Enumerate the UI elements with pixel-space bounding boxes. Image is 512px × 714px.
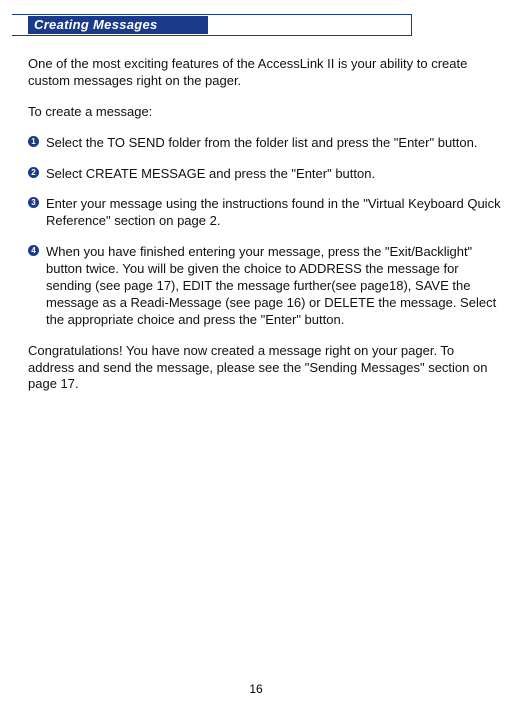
step-number-icon: 3: [28, 197, 44, 211]
lead-in: To create a message:: [28, 104, 504, 121]
step-text: Enter your message using the instruction…: [46, 196, 504, 230]
step-number-icon: 2: [28, 167, 44, 181]
step-text: Select the TO SEND folder from the folde…: [46, 135, 504, 152]
step-4: 4 When you have finished entering your m…: [28, 244, 504, 328]
step-3: 3 Enter your message using the instructi…: [28, 196, 504, 230]
section-title: Creating Messages: [28, 16, 208, 34]
outro-paragraph: Congratulations! You have now created a …: [28, 343, 504, 394]
page-content: Creating Messages One of the most exciti…: [0, 0, 512, 393]
step-text: When you have finished entering your mes…: [46, 244, 504, 328]
step-text: Select CREATE MESSAGE and press the "Ent…: [46, 166, 504, 183]
step-number-icon: 1: [28, 136, 44, 150]
step-1: 1 Select the TO SEND folder from the fol…: [28, 135, 504, 152]
step-number-icon: 4: [28, 245, 44, 259]
page-number: 16: [0, 682, 512, 696]
intro-paragraph: One of the most exciting features of the…: [28, 56, 504, 90]
body-text: One of the most exciting features of the…: [28, 56, 504, 393]
step-2: 2 Select CREATE MESSAGE and press the "E…: [28, 166, 504, 183]
title-container: Creating Messages: [28, 14, 504, 38]
